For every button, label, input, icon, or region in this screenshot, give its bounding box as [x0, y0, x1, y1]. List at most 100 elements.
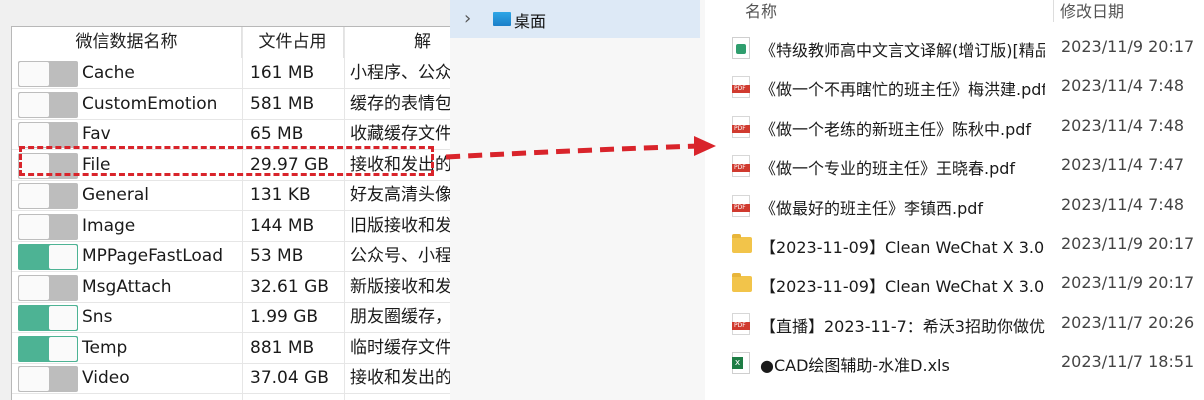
table-row[interactable]: Sns 1.99 GB 朋友圈缓存， [12, 302, 450, 333]
column-header-modified[interactable]: 修改日期 [1060, 0, 1124, 22]
file-name: 【2023-11-09】Clean WeChat X 3.0（... [760, 238, 1045, 257]
data-desc-cell: 缓存的表情包 [350, 93, 450, 114]
table-row[interactable]: CustomEmotion 581 MB 缓存的表情包 [12, 89, 450, 120]
file-row[interactable]: PDF 《做最好的班主任》李镇西.pdf 2023/11/4 7:48 [705, 188, 1204, 224]
tree-item-label: 桌面 [514, 12, 547, 31]
file-date: 2023/11/4 7:48 [1061, 115, 1185, 135]
file-list-pane: 名称 修改日期 《特级教师高中文言文译解(增订版)[精品... 2023/11/9… [705, 0, 1204, 400]
epub-file-icon [732, 37, 750, 59]
file-name: 《做最好的班主任》李镇西.pdf [760, 198, 984, 218]
table-header: 微信数据名称 文件占用 解 [12, 27, 450, 58]
cleanup-toggle[interactable] [18, 335, 78, 362]
data-name-cell: MsgAttach [82, 276, 172, 297]
file-row[interactable]: PDF 【直播】2023-11-7：希沃3招助你做优... 2023/11/7 20… [705, 306, 1204, 342]
file-date: 2023/11/9 20:17 [1061, 234, 1195, 253]
file-name: 【直播】2023-11-7：希沃3招助你做优... [760, 316, 1045, 336]
wechat-data-table: 微信数据名称 文件占用 解 Cache 161 MB 小程序、公众 CustomEmo… [11, 26, 450, 400]
data-size-cell: 161 MB [250, 63, 315, 83]
data-desc-cell: 接收和发出的 [350, 368, 450, 388]
table-row[interactable]: Video 37.04 GB 接收和发出的 [12, 363, 450, 394]
chevron-right-icon[interactable]: › [464, 8, 471, 29]
column-header-desc[interactable]: 解 [344, 27, 450, 58]
file-date: 2023/11/4 7:48 [1061, 194, 1185, 214]
cleanup-toggle[interactable] [18, 366, 78, 392]
data-desc-cell: 收藏缓存文件 [350, 124, 450, 144]
file-name: ●CAD绘图辅助-水准D.xls [760, 356, 950, 376]
toggle-knob [49, 245, 77, 269]
data-desc-cell: 好友高清头像 [350, 185, 450, 205]
data-size-cell: 581 MB [250, 93, 315, 114]
table-row[interactable]: Image 144 MB 旧版接收和发 [12, 211, 450, 242]
data-size-cell: 65 MB [250, 124, 304, 144]
tree-item-desktop[interactable]: › 桌面 [450, 0, 700, 38]
toggle-knob [19, 367, 49, 391]
file-row[interactable]: PDF 《做一个老练的新班主任》陈秋中.pdf 2023/11/4 7:48 [705, 109, 1204, 145]
data-name-cell: Video [82, 368, 130, 388]
data-size-cell: 131 KB [250, 185, 311, 205]
data-name-cell: MPPageFastLoad [82, 246, 224, 266]
cleanup-toggle[interactable] [18, 244, 78, 270]
file-name: 【2023-11-09】Clean WeChat X 3.0（... [760, 277, 1045, 297]
cleanup-toggle[interactable] [18, 91, 78, 118]
pdf-file-icon: PDF [732, 194, 750, 217]
cleanup-toggle[interactable] [18, 305, 78, 331]
column-header-size[interactable]: 文件占用 [242, 27, 344, 58]
cleanup-toggle[interactable] [18, 274, 78, 301]
file-row[interactable]: 【2023-11-09】Clean WeChat X 3.0（... 2023/1… [705, 227, 1204, 263]
data-size-cell: 144 MB [250, 215, 315, 236]
data-name-cell: Cache [82, 63, 135, 83]
file-name: 《做一个不再瞎忙的班主任》梅洪建.pdf [760, 80, 1045, 100]
cleanup-toggle[interactable] [18, 213, 78, 240]
data-name-cell: General [82, 185, 149, 205]
toggle-knob [19, 214, 49, 239]
table-row[interactable]: General 131 KB 好友高清头像 [12, 180, 450, 211]
excel-file-icon [732, 352, 750, 375]
file-date: 2023/11/7 20:26 [1061, 312, 1195, 332]
data-desc-cell: 公众号、小程 [350, 246, 450, 266]
data-name-cell: Temp [82, 337, 128, 358]
column-header-name[interactable]: 微信数据名称 [12, 27, 242, 58]
table-row[interactable]: MPPageFastLoad 53 MB 公众号、小程 [12, 241, 450, 272]
data-desc-cell: 小程序、公众 [350, 63, 450, 83]
folder-icon [732, 273, 752, 293]
data-desc-cell: 朋友圈缓存， [350, 307, 450, 327]
file-date: 2023/11/4 7:47 [1061, 155, 1185, 175]
file-date: 2023/11/7 18:51 [1061, 352, 1195, 372]
column-header-filename[interactable]: 名称 [745, 0, 777, 22]
table-row[interactable]: Cache 161 MB 小程序、公众 [12, 58, 450, 89]
folder-icon [732, 234, 752, 253]
wechat-data-panel: 微信数据名称 文件占用 解 Cache 161 MB 小程序、公众 CustomEmo… [0, 0, 450, 400]
toggle-knob [19, 92, 49, 117]
file-row[interactable]: 《特级教师高中文言文译解(增订版)[精品... 2023/11/9 20:17 [705, 30, 1204, 66]
toggle-knob [19, 275, 49, 300]
file-name: 《特级教师高中文言文译解(增订版)[精品... [760, 41, 1045, 60]
file-row[interactable]: ●CAD绘图辅助-水准D.xls 2023/11/7 18:51 [705, 345, 1204, 381]
pdf-file-icon: PDF [732, 155, 750, 178]
data-size-cell: 37.04 GB [250, 368, 329, 388]
toggle-knob [49, 306, 77, 330]
file-row[interactable]: PDF 《做一个不再瞎忙的班主任》梅洪建.pdf 2023/11/4 7:48 [705, 69, 1204, 105]
navigation-pane: › 桌面 [450, 0, 705, 400]
toggle-knob [19, 62, 49, 86]
file-row[interactable]: 【2023-11-09】Clean WeChat X 3.0（... 2023/1… [705, 266, 1204, 302]
column-divider [1053, 0, 1054, 22]
file-name: 《做一个老练的新班主任》陈秋中.pdf [760, 119, 1032, 139]
toggle-knob [19, 123, 49, 147]
data-name-cell: Sns [82, 307, 113, 327]
table-row[interactable]: Temp 881 MB 临时缓存文件 [12, 333, 450, 364]
data-size-cell: 1.99 GB [250, 307, 319, 327]
data-size-cell: 32.61 GB [250, 276, 329, 297]
toggle-knob [19, 184, 49, 208]
file-date: 2023/11/9 20:17 [1061, 37, 1195, 56]
data-name-cell: Image [82, 215, 136, 236]
table-row[interactable]: MsgAttach 32.61 GB 新版接收和发 [12, 272, 450, 303]
data-size-cell: 53 MB [250, 246, 304, 266]
pdf-file-icon: PDF [732, 312, 750, 335]
cleanup-toggle[interactable] [18, 122, 78, 148]
toggle-knob [49, 336, 77, 361]
cleanup-toggle[interactable] [18, 61, 78, 87]
pdf-file-icon: PDF [732, 76, 750, 99]
data-desc-cell: 新版接收和发 [350, 276, 450, 297]
file-row[interactable]: PDF 《做一个专业的班主任》王晓春.pdf 2023/11/4 7:47 [705, 148, 1204, 184]
cleanup-toggle[interactable] [18, 183, 78, 209]
